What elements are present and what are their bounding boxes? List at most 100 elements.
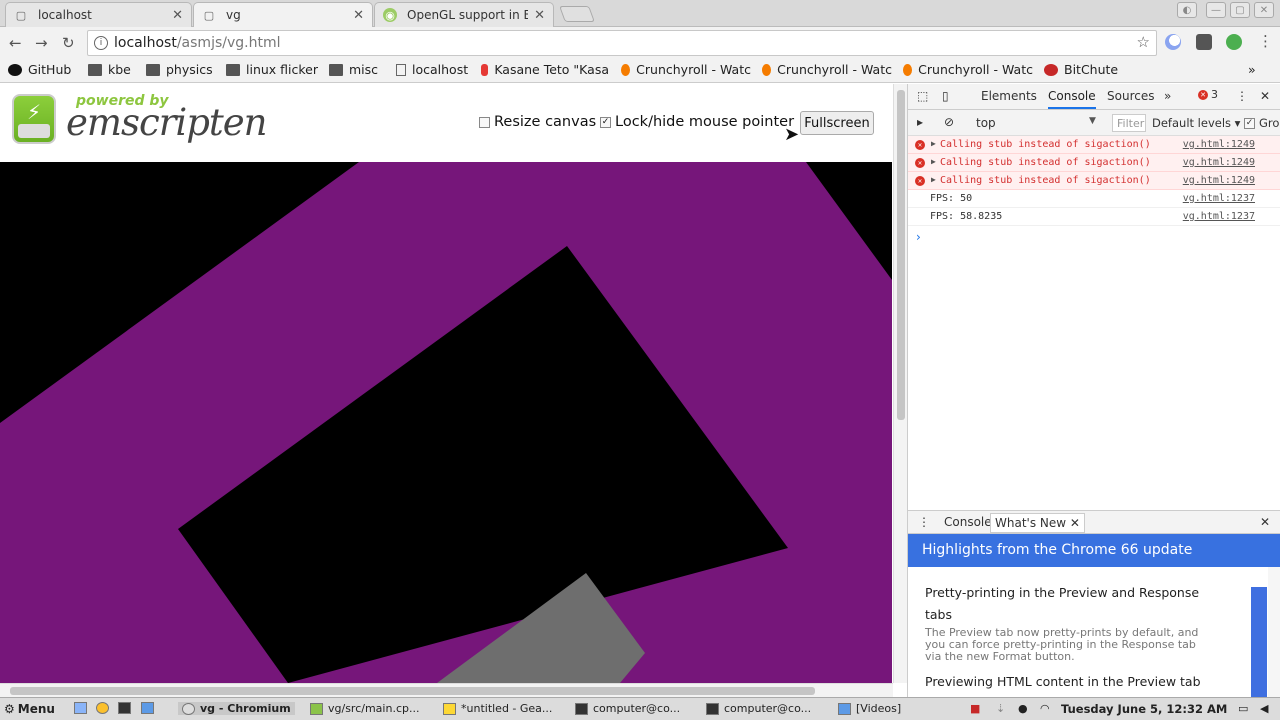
console-error-row[interactable]: ✕ ▶ Calling stub instead of sigaction() vg.… xyxy=(908,172,1280,190)
tab-vg[interactable]: ▢ vg ✕ xyxy=(193,2,373,27)
bookmark-physics[interactable]: physics xyxy=(146,62,213,77)
shield-extension-icon[interactable] xyxy=(1196,34,1212,50)
whats-new-item-title: Pretty-printing in the Preview and Respo… xyxy=(925,585,1200,622)
device-toolbar-icon[interactable]: ▯ xyxy=(942,89,949,103)
close-icon[interactable]: ✕ xyxy=(534,8,545,23)
message-source-link[interactable]: vg.html:1237 xyxy=(1183,211,1255,222)
moon-extension-icon[interactable] xyxy=(1165,34,1181,50)
drawer-menu-icon[interactable]: ⋮ xyxy=(918,515,930,529)
context-selector[interactable]: top xyxy=(976,116,996,130)
tab-elements[interactable]: Elements xyxy=(981,89,1037,103)
bookmark-localhost[interactable]: localhost xyxy=(396,62,468,77)
scroll-thumb[interactable] xyxy=(897,90,905,420)
page-horizontal-scrollbar[interactable] xyxy=(0,683,893,697)
drawer-tab-whats-new[interactable]: What's New ✕ xyxy=(990,513,1085,533)
download-icon[interactable]: ⇣ xyxy=(996,702,1005,715)
message-source-link[interactable]: vg.html:1249 xyxy=(1183,157,1255,168)
whats-new-scrollbar[interactable] xyxy=(1268,567,1280,697)
maximize-icon[interactable]: ▢ xyxy=(1230,2,1250,18)
new-tab-button[interactable] xyxy=(559,6,595,22)
close-window-icon[interactable]: ✕ xyxy=(1254,2,1274,18)
group-similar-control[interactable]: ✓ Gro xyxy=(1244,116,1279,130)
taskbar-clock[interactable]: Tuesday June 5, 12:32 AM xyxy=(1061,702,1227,716)
group-similar-checkbox[interactable]: ✓ xyxy=(1244,117,1255,129)
clear-console-icon[interactable]: ⊘ xyxy=(944,115,954,129)
drawer-tab-console[interactable]: Console xyxy=(944,515,992,529)
tab-localhost[interactable]: ▢ localhost ✕ xyxy=(5,2,192,27)
tab-console[interactable]: Console xyxy=(1048,89,1096,109)
message-source-link[interactable]: vg.html:1249 xyxy=(1183,175,1255,186)
task-terminal-2[interactable]: computer@co... xyxy=(706,702,811,715)
more-tabs-icon[interactable]: » xyxy=(1164,89,1171,103)
bookmark-kasane-teto[interactable]: Kasane Teto "Kasa xyxy=(481,62,609,77)
expand-triangle-icon[interactable]: ▶ xyxy=(931,157,936,166)
launcher-folder-icon[interactable] xyxy=(141,702,159,714)
lock-pointer-checkbox[interactable]: ✓ xyxy=(600,116,611,128)
bookmark-crunchyroll-3[interactable]: Crunchyroll - Watc xyxy=(903,62,1033,77)
scroll-thumb[interactable] xyxy=(10,687,815,695)
volume-icon[interactable]: ◀ xyxy=(1260,702,1268,715)
profile-icon[interactable]: ◐ xyxy=(1177,2,1197,18)
tab-sources[interactable]: Sources xyxy=(1107,89,1154,103)
back-icon[interactable]: ← xyxy=(9,34,22,52)
launcher-chromium-icon[interactable] xyxy=(96,702,114,714)
error-count-badge[interactable]: ✕ 3 xyxy=(1198,88,1218,101)
bookmark-crunchyroll-1[interactable]: Crunchyroll - Watc xyxy=(621,62,751,77)
bookmark-star-icon[interactable]: ☆ xyxy=(1137,33,1150,51)
info-icon[interactable]: i xyxy=(94,36,108,50)
console-log-row[interactable]: FPS: 50 vg.html:1237 xyxy=(908,190,1280,208)
bookmark-crunchyroll-2[interactable]: Crunchyroll - Watc xyxy=(762,62,892,77)
log-levels-select[interactable]: Default levels ▾ xyxy=(1152,116,1240,130)
start-menu-button[interactable]: ⚙ Menu xyxy=(4,702,55,716)
message-source-link[interactable]: vg.html:1237 xyxy=(1183,193,1255,204)
dropdown-arrow-icon[interactable]: ▼ xyxy=(1089,116,1096,126)
console-log-row[interactable]: FPS: 58.8235 vg.html:1237 xyxy=(908,208,1280,226)
close-icon[interactable]: ✕ xyxy=(1070,516,1080,530)
bookmark-linux-flicker[interactable]: linux flicker xyxy=(226,62,318,77)
task-videos[interactable]: [Videos] xyxy=(838,702,901,715)
close-drawer-icon[interactable]: ✕ xyxy=(1260,515,1270,529)
message-source-link[interactable]: vg.html:1249 xyxy=(1183,139,1255,150)
page-vertical-scrollbar[interactable] xyxy=(893,84,907,683)
console-error-row[interactable]: ✕ ▶ Calling stub instead of sigaction() vg.… xyxy=(908,154,1280,172)
expand-triangle-icon[interactable]: ▶ xyxy=(931,139,936,148)
wifi-icon[interactable]: ◠ xyxy=(1040,702,1050,715)
bookmark-misc[interactable]: misc xyxy=(329,62,378,77)
resize-canvas-checkbox[interactable] xyxy=(479,116,490,128)
expand-triangle-icon[interactable]: ▶ xyxy=(931,175,936,184)
address-bar[interactable]: i localhost/asmjs/vg.html ☆ xyxy=(87,30,1157,56)
whats-new-thumbnail[interactable] xyxy=(1251,587,1267,697)
minimize-icon[interactable]: — xyxy=(1206,2,1226,18)
webgl-canvas[interactable] xyxy=(0,162,892,683)
record-icon[interactable]: ■ xyxy=(970,702,980,715)
launcher-terminal-icon[interactable] xyxy=(118,702,136,714)
launcher-files-icon[interactable] xyxy=(74,702,92,714)
close-icon[interactable]: ✕ xyxy=(353,8,364,23)
user-icon[interactable]: ● xyxy=(1018,702,1028,715)
bookmark-github[interactable]: GitHub xyxy=(8,62,71,77)
inspect-element-icon[interactable]: ⬚ xyxy=(917,89,928,103)
green-extension-icon[interactable] xyxy=(1226,34,1242,50)
fullscreen-button[interactable]: Fullscreen xyxy=(800,111,874,135)
close-icon[interactable]: ✕ xyxy=(172,8,183,23)
devtools-menu-icon[interactable]: ⋮ xyxy=(1236,89,1248,103)
bookmark-kbe[interactable]: kbe xyxy=(88,62,131,77)
task-geany-main[interactable]: vg/src/main.cp... xyxy=(310,702,419,715)
console-filter-input[interactable]: Filter xyxy=(1112,114,1146,132)
console-error-row[interactable]: ✕ ▶ Calling stub instead of sigaction() vg.… xyxy=(908,136,1280,154)
sidebar-toggle-icon[interactable]: ▸ xyxy=(917,115,923,129)
menu-dots-icon[interactable]: ⋮ xyxy=(1258,32,1273,50)
forward-icon[interactable]: → xyxy=(35,34,48,52)
close-devtools-icon[interactable]: ✕ xyxy=(1260,89,1270,103)
task-terminal-1[interactable]: computer@co... xyxy=(575,702,680,715)
more-bookmarks-icon[interactable]: » xyxy=(1248,62,1256,77)
reload-icon[interactable]: ↻ xyxy=(62,34,75,52)
display-icon[interactable]: ▭ xyxy=(1238,702,1248,715)
lock-pointer-control[interactable]: ✓ Lock/hide mouse pointer xyxy=(600,114,794,130)
task-geany-untitled[interactable]: *untitled - Gea... xyxy=(443,702,552,715)
console-prompt-icon[interactable]: › xyxy=(916,230,921,244)
bookmark-bitchute[interactable]: BitChute xyxy=(1044,62,1118,77)
tab-opengl[interactable]: ◉ OpenGL support in En ✕ xyxy=(374,2,554,27)
resize-canvas-control[interactable]: Resize canvas xyxy=(479,114,596,130)
task-vg-chromium[interactable]: vg - Chromium xyxy=(178,702,295,715)
